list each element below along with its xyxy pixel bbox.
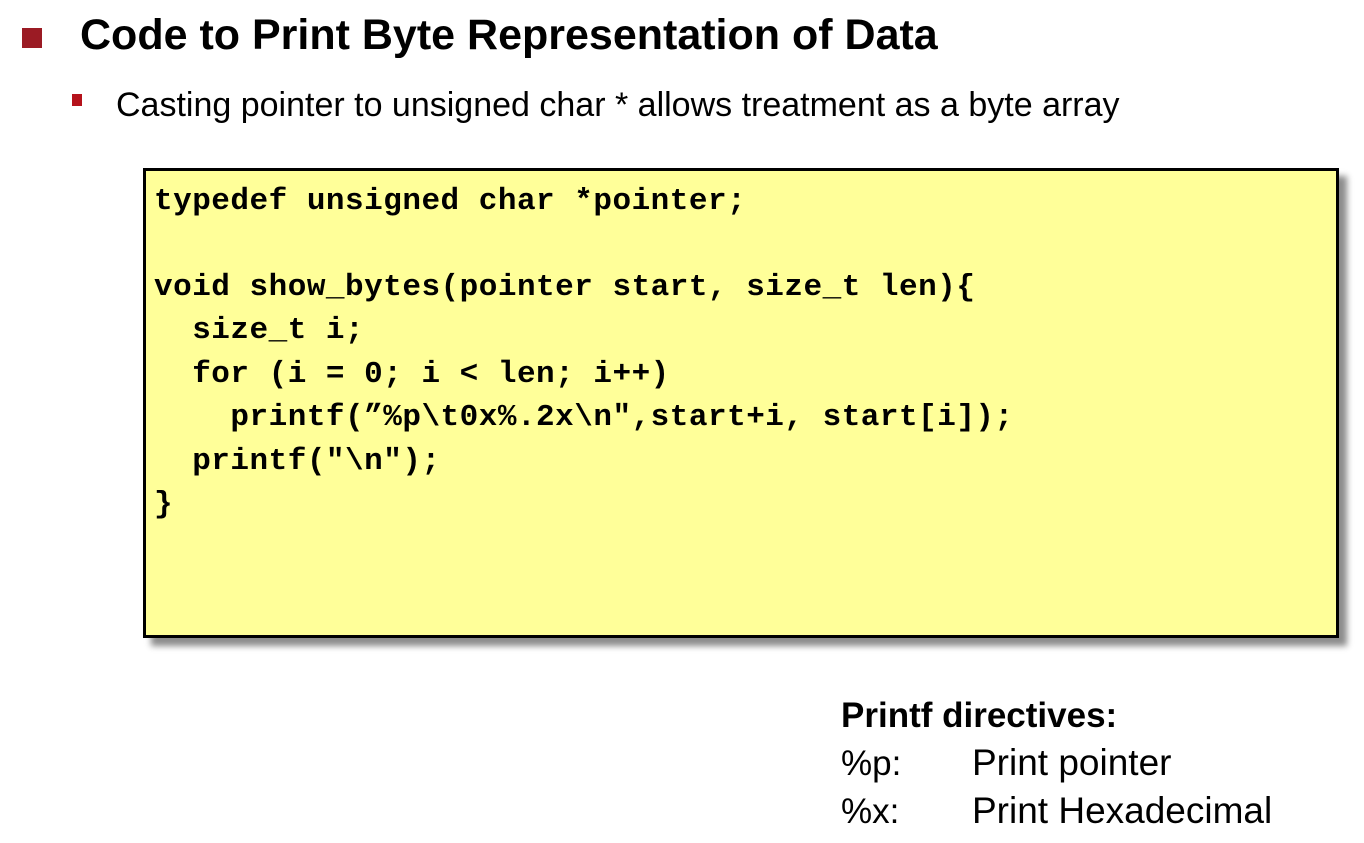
code-line-typedef: typedef unsigned char *pointer;: [154, 184, 747, 219]
directives-title: Printf directives:: [841, 696, 1118, 735]
directive-key-hex: %x:: [841, 792, 900, 831]
directive-desc-pointer: Print pointer: [972, 742, 1172, 783]
code-line-closing-brace: }: [154, 487, 174, 522]
directive-desc-hex: Print Hexadecimal: [972, 790, 1273, 831]
slide-title: Code to Print Byte Representation of Dat…: [80, 11, 938, 59]
directive-key-pointer: %p:: [841, 744, 902, 783]
code-line-printf-bytes: printf(”%p\t0x%.2x\n",start+i, start[i])…: [154, 400, 1014, 435]
subtitle-bullet: [72, 94, 82, 106]
code-line-for-loop: for (i = 0; i < len; i++): [154, 357, 670, 392]
code-line-declaration: size_t i;: [154, 313, 365, 348]
code-line-function-signature: void show_bytes(pointer start, size_t le…: [154, 270, 976, 305]
slide-subtitle: Casting pointer to unsigned char * allow…: [116, 86, 1120, 124]
title-bullet: [22, 28, 42, 48]
code-block: typedef unsigned char *pointer; void sho…: [143, 168, 1339, 638]
code-line-printf-newline: printf("\n");: [154, 444, 441, 479]
